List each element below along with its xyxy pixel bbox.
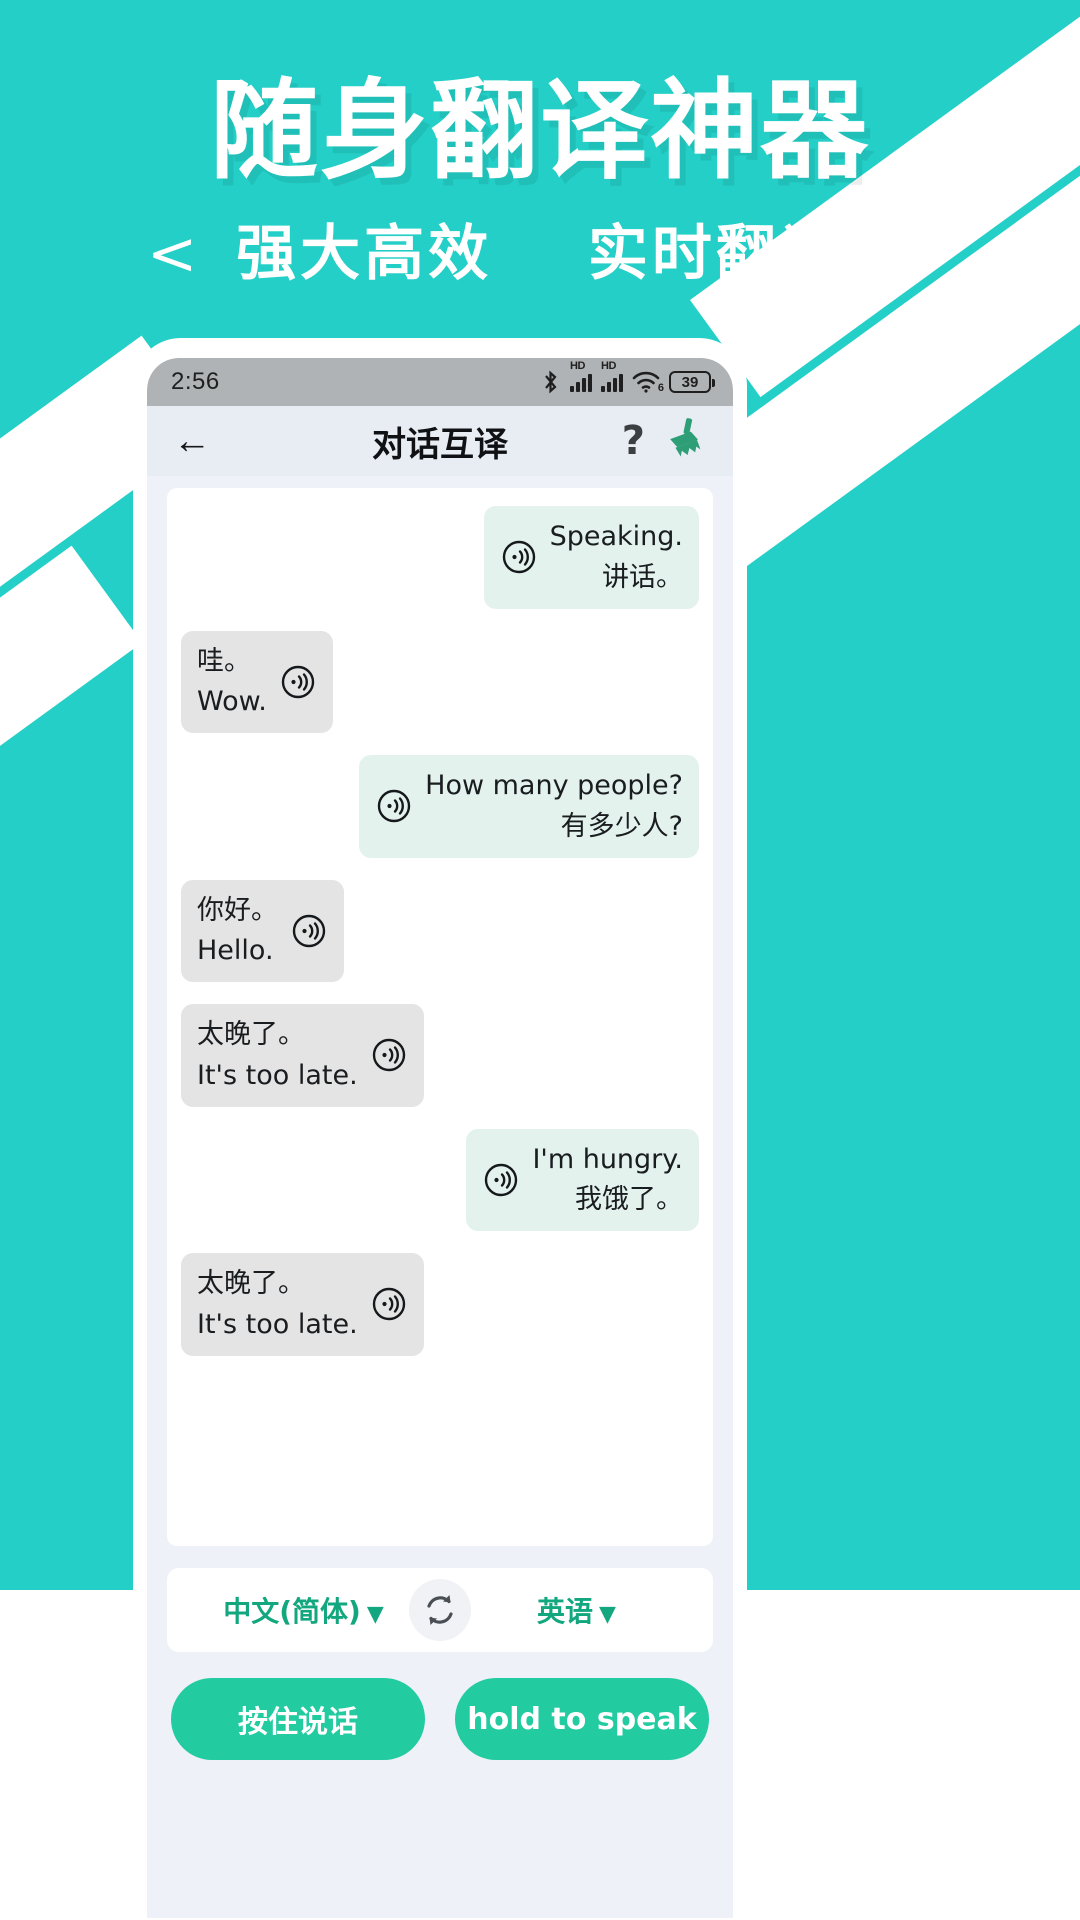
subtitle-phrase-one: 强大高效: [236, 219, 493, 289]
hold-to-speak-button-cn[interactable]: 按住说话: [171, 1678, 425, 1760]
battery-indicator: 39: [669, 371, 715, 393]
poster-subtitle: < 强大高效 实时翻译 >: [0, 205, 1080, 292]
chat-row: 哇。 Wow.: [181, 630, 699, 733]
bubble-primary-text: 哇。: [197, 645, 251, 677]
hold-to-speak-button-en[interactable]: hold to speak: [455, 1678, 709, 1760]
bubble-primary-text: 太晚了。: [197, 1268, 305, 1299]
chat-bubble-incoming[interactable]: 你好。 Hello.: [181, 879, 344, 982]
chat-bubble-outgoing[interactable]: How many people? 有多少人?: [359, 755, 699, 858]
poster-title: 随身翻译神器: [209, 69, 870, 194]
signal-icon-sim2: HD: [601, 361, 623, 392]
chat-row: Speaking. 讲话。: [181, 506, 699, 609]
chat-card[interactable]: Speaking. 讲话。 哇。 Wow. How many people? 有…: [167, 488, 713, 1546]
speaker-icon[interactable]: [375, 787, 413, 825]
swap-languages-button[interactable]: [409, 1579, 471, 1641]
signal-hd-label-sim2: HD: [601, 360, 616, 372]
chat-bubble-incoming[interactable]: 太晚了。 It's too late.: [181, 1253, 424, 1356]
subtitle-right-chevron: >: [878, 219, 934, 289]
signal-hd-label-sim1: HD: [570, 360, 585, 372]
chat-row: 太晚了。 It's too late.: [181, 1253, 699, 1356]
bubble-secondary-text: Wow.: [197, 686, 267, 718]
bubble-primary-text: 太晚了。: [197, 1019, 305, 1050]
speaker-icon[interactable]: [279, 663, 317, 701]
header-actions: ?: [622, 417, 707, 465]
chat-area: Speaking. 讲话。 哇。 Wow. How many people? 有…: [147, 476, 733, 1546]
source-language-label: 中文(简体): [223, 1595, 361, 1628]
bubble-secondary-text: Hello.: [197, 935, 274, 967]
speaker-icon[interactable]: [370, 1285, 408, 1323]
speaker-icon[interactable]: [500, 538, 538, 576]
signal-icon-sim1: HD: [570, 361, 592, 392]
status-icon-group: HD HD 6 39: [541, 361, 715, 394]
speaker-icon[interactable]: [290, 912, 328, 950]
back-arrow-icon[interactable]: ←: [173, 422, 211, 460]
bottom-controls: 中文(简体) ▼ 英语 ▼ 按住说话 hold to speak: [147, 1546, 733, 1760]
subtitle-phrase-two: 实时翻译: [587, 219, 844, 289]
bubble-secondary-text: It's too late.: [197, 1308, 358, 1340]
chat-bubble-outgoing[interactable]: I'm hungry. 我饿了。: [466, 1128, 699, 1231]
language-selector-bar: 中文(简体) ▼ 英语 ▼: [167, 1568, 713, 1652]
chevron-down-icon: ▼: [599, 1602, 616, 1627]
wifi-generation-label: 6: [657, 382, 664, 394]
phone-mockup: 2:56 HD HD 6 39 ← 对话互译 ? Speaking. 讲话。 哇…: [133, 338, 747, 1920]
chat-row: I'm hungry. 我饿了。: [181, 1128, 699, 1231]
bubble-secondary-text: It's too late.: [197, 1059, 358, 1091]
help-icon[interactable]: ?: [622, 421, 645, 461]
bubble-primary-text: How many people?: [425, 770, 683, 801]
bubble-secondary-text: 有多少人?: [560, 810, 683, 842]
chat-bubble-incoming[interactable]: 哇。 Wow.: [181, 630, 333, 733]
source-language-selector[interactable]: 中文(简体) ▼: [167, 1590, 440, 1630]
bubble-primary-text: Speaking.: [549, 521, 683, 552]
bubble-secondary-text: 讲话。: [602, 561, 683, 593]
chat-row: 你好。 Hello.: [181, 879, 699, 982]
status-bar: 2:56 HD HD 6 39: [147, 358, 733, 406]
decorative-stripe: [0, 545, 143, 1008]
wifi-icon: 6: [632, 371, 664, 394]
phone-screen: 2:56 HD HD 6 39 ← 对话互译 ? Speaking. 讲话。 哇…: [147, 358, 733, 1918]
speaker-icon[interactable]: [482, 1161, 520, 1199]
chat-bubble-incoming[interactable]: 太晚了。 It's too late.: [181, 1004, 424, 1107]
bubble-primary-text: 你好。: [197, 894, 278, 926]
battery-level-label: 39: [681, 373, 699, 391]
chat-row: How many people? 有多少人?: [181, 755, 699, 858]
chat-bubble-outgoing[interactable]: Speaking. 讲话。: [483, 506, 699, 609]
speak-button-row: 按住说话 hold to speak: [167, 1678, 713, 1760]
target-language-selector[interactable]: 英语 ▼: [440, 1590, 713, 1630]
swap-languages-icon: [427, 1595, 453, 1625]
bubble-primary-text: I'm hungry.: [532, 1143, 683, 1175]
bluetooth-icon: [541, 370, 561, 394]
speaker-icon[interactable]: [370, 1036, 408, 1074]
app-header: ← 对话互译 ?: [147, 406, 733, 476]
target-language-label: 英语: [537, 1595, 594, 1628]
subtitle-left-chevron: <: [146, 219, 202, 289]
chat-row: 太晚了。 It's too late.: [181, 1004, 699, 1107]
bubble-secondary-text: 我饿了。: [575, 1184, 683, 1216]
status-time: 2:56: [171, 368, 220, 395]
broom-icon[interactable]: [663, 417, 707, 465]
chevron-down-icon: ▼: [366, 1602, 384, 1627]
